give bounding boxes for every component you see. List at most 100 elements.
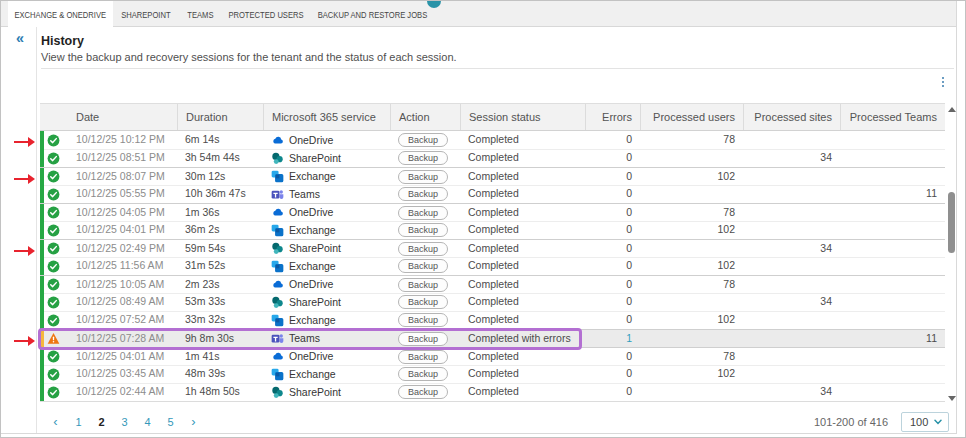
backup-action-button[interactable]: Backup — [398, 385, 448, 399]
row-processed-users: 78 — [640, 131, 743, 149]
table-row[interactable]: 10/12/25 07:52 AM33m 32sExchangeBackupCo… — [40, 311, 945, 329]
page-3-button[interactable]: 3 — [117, 411, 132, 433]
column-header-processed-teams[interactable]: Processed Teams — [840, 104, 945, 130]
backup-action-button[interactable]: Backup — [398, 332, 448, 346]
onedrive-icon — [271, 134, 284, 147]
next-page-button[interactable]: › — [186, 411, 201, 433]
backup-action-button[interactable]: Backup — [398, 151, 448, 165]
tab-backup-and-restore-jobs[interactable]: BACKUP AND RESTORE JOBS — [309, 1, 435, 27]
scroll-down-icon[interactable] — [948, 396, 956, 401]
page-4-button[interactable]: 4 — [140, 411, 155, 433]
backup-action-button[interactable]: Backup — [398, 170, 448, 184]
table-row[interactable]: 10/12/25 07:28 AM9h 8m 30sTeamsBackupCom… — [40, 329, 945, 347]
tab-protected-users[interactable]: PROTECTED USERS — [222, 1, 309, 27]
page-5-button[interactable]: 5 — [163, 411, 178, 433]
table-row[interactable]: 10/12/25 03:45 AM48m 39sExchangeBackupCo… — [40, 365, 945, 383]
tab-label: BACKUP AND RESTORE JOBS — [317, 9, 427, 20]
table-body: 10/12/25 10:12 PM6m 14sOneDriveBackupCom… — [40, 131, 945, 402]
row-duration: 6m 14s — [177, 131, 263, 149]
column-header-processed-users[interactable]: Processed users — [640, 104, 743, 130]
row-processed-teams: 11 — [840, 330, 945, 347]
table-row[interactable]: 10/12/25 04:05 PM1m 36sOneDriveBackupCom… — [40, 203, 945, 221]
table-row[interactable]: 10/12/25 04:01 PM36m 2sExchangeBackupCom… — [40, 221, 945, 239]
pagination: ‹ 12345 › 101-200 of 416 100 — [40, 411, 954, 433]
row-action: Backup — [390, 149, 460, 167]
row-status-cell — [40, 204, 68, 221]
backup-action-button[interactable]: Backup — [398, 350, 448, 364]
tab-sharepoint[interactable]: SHAREPOINT — [113, 1, 178, 27]
row-session-status: Completed — [460, 149, 585, 167]
backup-action-button[interactable]: Backup — [398, 187, 448, 201]
teams-icon — [271, 332, 284, 345]
annotation-arrow-icon — [14, 243, 36, 255]
window-right-border — [956, 1, 957, 434]
row-duration: 1m 41s — [177, 348, 263, 365]
page-1-button[interactable]: 1 — [71, 411, 86, 433]
more-options-icon[interactable] — [935, 75, 951, 89]
row-date: 10/12/25 08:49 AM — [68, 293, 177, 311]
column-header-session-status[interactable]: Session status — [460, 104, 585, 130]
backup-action-button[interactable]: Backup — [398, 133, 448, 147]
row-session-status: Completed — [460, 204, 585, 221]
table-row[interactable]: 10/12/25 02:44 AM1h 48m 50sSharePointBac… — [40, 383, 945, 401]
column-header-duration[interactable]: Duration — [177, 104, 263, 130]
tab-exchange-onedrive[interactable]: EXCHANGE & ONEDRIVE — [8, 1, 113, 27]
service-name: Teams — [289, 186, 320, 203]
backup-action-button[interactable]: Backup — [398, 242, 448, 256]
row-action: Backup — [390, 168, 460, 185]
row-service: SharePoint — [263, 383, 390, 401]
column-header-processed-sites[interactable]: Processed sites — [743, 104, 840, 130]
table-row[interactable]: 10/12/25 05:55 PM10h 36m 47sTeamsBackupC… — [40, 185, 945, 203]
service-name: Exchange — [289, 312, 336, 329]
row-status-bar — [40, 257, 44, 275]
row-processed-teams — [840, 221, 945, 239]
backup-action-button[interactable]: Backup — [398, 206, 448, 220]
row-duration: 2m 23s — [177, 276, 263, 293]
backup-action-button[interactable]: Backup — [398, 259, 448, 273]
table-row[interactable]: 10/12/25 10:05 AM2m 23sOneDriveBackupCom… — [40, 275, 945, 293]
table-row[interactable]: 10/12/25 10:12 PM6m 14sOneDriveBackupCom… — [40, 131, 945, 149]
backup-action-button[interactable]: Backup — [398, 223, 448, 237]
row-service: SharePoint — [263, 293, 390, 311]
pagination-range: 101-200 of 416 — [814, 411, 888, 433]
table-row[interactable]: 10/12/25 11:56 AM31m 52sExchangeBackupCo… — [40, 257, 945, 275]
service-name: SharePoint — [289, 384, 341, 401]
row-session-status: Completed — [460, 383, 585, 401]
previous-page-button[interactable]: ‹ — [48, 411, 63, 433]
table-row[interactable]: 10/12/25 08:07 PM30m 12sExchangeBackupCo… — [40, 167, 945, 185]
row-processed-users: 102 — [640, 168, 743, 185]
service-name: SharePoint — [289, 150, 341, 167]
row-duration: 9h 8m 30s — [177, 330, 263, 347]
row-errors[interactable]: 1 — [585, 330, 640, 347]
backup-action-button[interactable]: Backup — [398, 278, 448, 292]
scroll-up-icon[interactable] — [948, 107, 956, 112]
sharepoint-icon — [271, 386, 284, 399]
column-header-microsoft-365-service[interactable]: Microsoft 365 service — [263, 104, 390, 130]
table-row[interactable]: 10/12/25 08:49 AM53m 33sSharePointBackup… — [40, 293, 945, 311]
page-size-select[interactable]: 100 — [901, 412, 949, 432]
row-errors: 0 — [585, 149, 640, 167]
success-icon — [47, 134, 60, 147]
tab-label: EXCHANGE & ONEDRIVE — [15, 9, 107, 20]
backup-action-button[interactable]: Backup — [398, 313, 448, 327]
page-2-button[interactable]: 2 — [94, 411, 109, 433]
backup-action-button[interactable]: Backup — [398, 367, 448, 381]
column-header-errors[interactable]: Errors — [585, 104, 640, 130]
success-icon — [47, 296, 60, 309]
row-processed-teams: 11 — [840, 185, 945, 203]
tab-teams[interactable]: TEAMS — [178, 1, 222, 27]
column-header-action[interactable]: Action — [390, 104, 460, 130]
row-date: 10/12/25 11:56 AM — [68, 257, 177, 275]
backup-action-button[interactable]: Backup — [398, 295, 448, 309]
success-icon — [47, 224, 60, 237]
row-action: Backup — [390, 204, 460, 221]
table-row[interactable]: 10/12/25 04:01 AM1m 41sOneDriveBackupCom… — [40, 347, 945, 365]
row-errors: 0 — [585, 348, 640, 365]
table-row[interactable]: 10/12/25 08:51 PM3h 54m 44sSharePointBac… — [40, 149, 945, 167]
row-processed-sites: 34 — [743, 383, 840, 401]
column-header-date[interactable]: Date — [68, 104, 177, 130]
scrollbar-thumb[interactable] — [948, 192, 955, 253]
service-name: Exchange — [289, 222, 336, 239]
table-row[interactable]: 10/12/25 02:49 PM59m 54sSharePointBackup… — [40, 239, 945, 257]
row-service: OneDrive — [263, 348, 390, 365]
